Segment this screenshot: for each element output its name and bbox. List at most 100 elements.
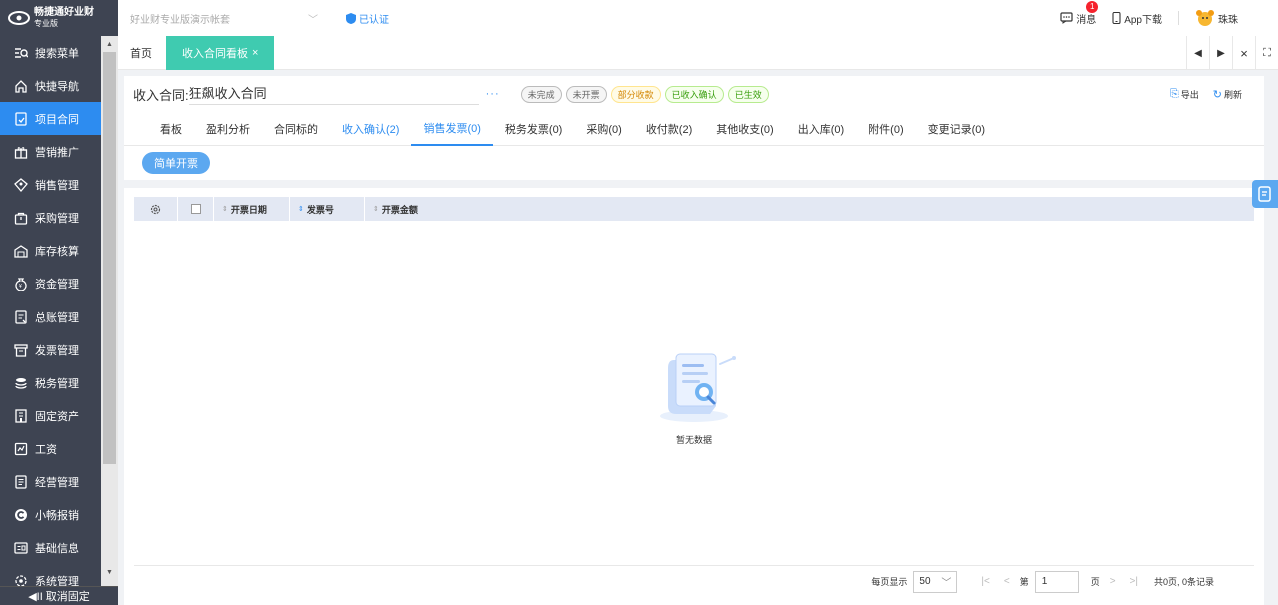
contract-subtabs: 看板 盈利分析 合同标的 收入确认(2) 销售发票(0) 税务发票(0) 采购(0) 收付款(… — [124, 112, 1264, 146]
subtab-5[interactable]: 税务发票(0) — [493, 112, 574, 146]
sidebar-item-label: 资金管理 — [35, 278, 79, 291]
column-header-date[interactable]: ⇕ 开票日期 — [214, 197, 290, 221]
fullscreen-icon[interactable]: ⛶ — [1255, 36, 1278, 70]
prev-page-icon[interactable]: < — [1004, 576, 1010, 587]
sidebar-item-money-bag[interactable]: ¥ 资金管理 — [0, 267, 101, 300]
sidebar-item-label: 发票管理 — [35, 344, 79, 357]
sidebar-item-invoice[interactable]: 发票管理 — [0, 333, 101, 366]
sidebar-item-ledger[interactable]: 总账管理 — [0, 300, 101, 333]
export-button[interactable]: ⎘ 导出 — [1170, 88, 1199, 101]
messages-button[interactable]: 消息 1 — [1060, 0, 1099, 26]
status-badge: 未开票 — [565, 85, 607, 103]
refresh-button[interactable]: ↻ 刷新 — [1213, 88, 1242, 101]
user-menu[interactable]: 珠珠 — [1195, 9, 1238, 27]
chevron-down-icon: ﹀ — [308, 14, 318, 26]
contract-header: 收入合同: 狂飙收入合同 ··· 未完成 未开票 部分收款 已收入确认 已生效 ⎘ 导出 … — [124, 76, 1264, 112]
account-selector[interactable]: 好业财专业版演示帐套 ﹀ — [130, 7, 322, 29]
subtab-9[interactable]: 出入库(0) — [786, 112, 856, 146]
info-card-icon — [14, 541, 28, 554]
status-badge: 已收入确认 — [664, 85, 724, 103]
scroll-down-icon[interactable]: ▼ — [101, 566, 118, 580]
brand-logo[interactable]: 畅捷通好业财 专业版 — [0, 0, 118, 36]
subtab-11[interactable]: 变更记录(0) — [916, 112, 997, 146]
sidebar-item-gift[interactable]: 营销推广 — [0, 135, 101, 168]
sidebar: 畅捷通好业财 专业版 搜索菜单快捷导航 项目合同 营销推广 销售管理 采购管理 库存核算 ¥ 资… — [0, 0, 118, 605]
notes-icon — [1258, 186, 1271, 202]
subtab-0[interactable]: 看板 — [148, 112, 194, 146]
sidebar-item-label: 工资 — [35, 443, 57, 456]
empty-text: 暂无数据 — [675, 435, 712, 445]
sidebar-item-label: 搜索菜单 — [35, 47, 79, 60]
status-tags: 未完成 未开票 部分收款 已收入确认 已生效 — [520, 85, 769, 103]
subtab-4[interactable]: 销售发票(0) — [411, 112, 493, 146]
last-page-icon[interactable]: >| — [1130, 576, 1138, 587]
scroll-up-icon[interactable]: ▲ — [101, 38, 118, 52]
invoice-table: ⇕ 开票日期 ⇕ 发票号 ⇕ 开票金额 — [134, 197, 1254, 221]
tab-home[interactable]: 首页 — [118, 36, 164, 70]
sidebar-item-reimburse[interactable]: 小畅报销 — [0, 498, 101, 531]
subtab-10[interactable]: 附件(0) — [856, 112, 915, 146]
certified-badge[interactable]: 已认证 — [346, 11, 389, 26]
sort-icon: ⇕ — [373, 206, 379, 213]
app-download-button[interactable]: App下载 — [1112, 11, 1162, 26]
sidebar-item-sales[interactable]: 销售管理 — [0, 168, 101, 201]
sidebar-item-tax[interactable]: 税务管理 — [0, 366, 101, 399]
sidebar-scroll-thumb[interactable] — [103, 52, 116, 464]
subtab-8[interactable]: 其他收支(0) — [704, 112, 785, 146]
sidebar-item-bag[interactable]: 采购管理 — [0, 201, 101, 234]
brand-edition: 专业版 — [34, 19, 58, 28]
sidebar-item-search-list[interactable]: 搜索菜单 — [0, 36, 101, 69]
sidebar-item-report[interactable]: 经营管理 — [0, 465, 101, 498]
sidebar-item-label: 经营管理 — [35, 476, 79, 489]
page-prefix: 第 — [1019, 577, 1029, 587]
next-page-icon[interactable]: > — [1110, 576, 1116, 587]
sidebar-item-salary[interactable]: 工资 — [0, 432, 101, 465]
gift-icon — [14, 146, 28, 159]
sidebar-item-label: 基础信息 — [35, 542, 79, 555]
user-name: 珠珠 — [1218, 14, 1238, 26]
svg-text:¥: ¥ — [19, 284, 22, 290]
sidebar-item-label: 总账管理 — [35, 311, 79, 324]
reimburse-icon — [15, 508, 27, 521]
sidebar-item-building[interactable]: 固定资产 — [0, 399, 101, 432]
subtab-3[interactable]: 收入确认(2) — [330, 112, 411, 146]
subtab-2[interactable]: 合同标的 — [262, 112, 330, 146]
close-all-tabs-icon[interactable]: × — [1232, 36, 1255, 70]
close-icon[interactable]: × — [252, 47, 258, 59]
first-page-icon[interactable]: |< — [981, 576, 989, 587]
divider — [1178, 11, 1179, 25]
account-name: 好业财专业版演示帐套 — [130, 14, 230, 26]
sidebar-item-label: 固定资产 — [35, 410, 79, 423]
sidebar-item-contract[interactable]: 项目合同 — [0, 102, 101, 135]
sidebar-item-warehouse[interactable]: 库存核算 — [0, 234, 101, 267]
column-header-amount[interactable]: ⇕ 开票金额 — [365, 197, 485, 221]
simple-invoice-button[interactable]: 简单开票 — [142, 152, 210, 174]
subtab-7[interactable]: 收付款(2) — [634, 112, 704, 146]
sort-icon: ⇕ — [298, 206, 304, 213]
subtab-1[interactable]: 盈利分析 — [194, 112, 262, 146]
chevron-down-icon: ﹀ — [941, 578, 952, 589]
money-bag-icon: ¥ — [15, 277, 27, 291]
page-summary: 共0页, 0条记录 — [1153, 577, 1214, 587]
per-page-select[interactable]: 50 ﹀ — [913, 570, 958, 593]
tab-scroll-right-icon[interactable]: ▶ — [1209, 36, 1232, 70]
toolbar: 简单开票 — [124, 146, 1264, 180]
page-suffix: 页 — [1090, 577, 1100, 587]
floating-notes-button[interactable] — [1252, 180, 1278, 208]
tab-contract-board[interactable]: 收入合同看板 × — [166, 35, 275, 70]
bag-icon — [14, 212, 28, 225]
page-input[interactable]: 1 — [1034, 570, 1079, 593]
report-icon — [15, 474, 27, 489]
sidebar-item-home[interactable]: 快捷导航 — [0, 69, 101, 102]
select-all-checkbox[interactable] — [178, 197, 214, 221]
unpin-button[interactable]: ◀II 取消固定 — [0, 586, 118, 605]
column-header-invoice-no[interactable]: ⇕ 发票号 — [290, 197, 365, 221]
subtab-6[interactable]: 采购(0) — [574, 112, 633, 146]
table-header: ⇕ 开票日期 ⇕ 发票号 ⇕ 开票金额 — [134, 197, 1254, 221]
status-badge: 已生效 — [727, 85, 769, 103]
column-settings-icon[interactable] — [134, 197, 178, 221]
sidebar-item-label: 税务管理 — [35, 377, 79, 390]
sidebar-item-info-card[interactable]: 基础信息 — [0, 531, 101, 564]
tab-scroll-left-icon[interactable]: ◀ — [1186, 36, 1209, 70]
more-icon[interactable]: ··· — [479, 88, 507, 100]
